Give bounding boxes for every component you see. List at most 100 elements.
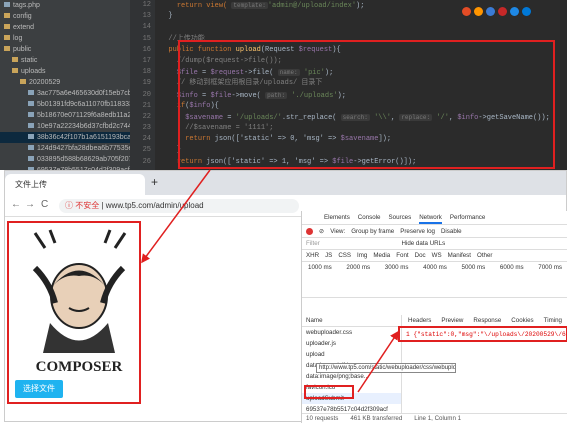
timeline-tick[interactable]: 4000 ms (423, 264, 447, 295)
page-highlight-box (7, 221, 141, 404)
devtools-tabs: Elements Console Sources Network Performance (302, 211, 567, 225)
tree-item-label: 033895d588b68629ab705f207d94 (37, 156, 130, 163)
tree-item-label: 124d9427bfa28dbea6b77535ea (37, 145, 130, 152)
line-number: 25 (142, 146, 151, 155)
filter-input[interactable]: Filter Hide data URLs (302, 238, 567, 250)
tree-item[interactable]: log (0, 33, 130, 44)
tree-item[interactable]: 3ac775a6e465630d0f15eb7cbfc5c (0, 88, 130, 99)
name-header: Name (302, 315, 401, 327)
file-icon (28, 112, 34, 117)
clear-icon[interactable]: ⊘ (319, 228, 324, 235)
edge-icon[interactable] (522, 7, 531, 16)
devtools-tab[interactable]: Performance (450, 211, 485, 224)
firefox-icon[interactable] (474, 7, 483, 16)
folder-icon (4, 35, 10, 40)
tree-item-label: 10e97a22234b6d37cfbd2c74447 (37, 123, 130, 130)
type-filter[interactable]: XHR (306, 250, 319, 261)
timeline: 1000 ms 2000 ms 3000 ms 4000 ms 5000 ms 6000 … (302, 262, 567, 298)
tree-item[interactable]: 124d9427bfa28dbea6b77535ea (0, 143, 130, 154)
folder-icon (12, 57, 18, 62)
tree-item-label: extend (13, 24, 35, 31)
request-row[interactable]: uploader.js (302, 338, 401, 349)
devtools-tab[interactable]: Console (358, 211, 381, 224)
disable-cache-checkbox[interactable]: Disable (441, 228, 462, 235)
tree-item[interactable]: config (0, 11, 130, 22)
tree-item[interactable]: 5b18670e071129f6a8edb11a2f19 (0, 110, 130, 121)
timeline-tick[interactable]: 3000 ms (385, 264, 409, 295)
timeline-tick[interactable]: 2000 ms (346, 264, 370, 295)
chrome-icon[interactable] (462, 7, 471, 16)
timeline-tick[interactable]: 1000 ms (308, 264, 332, 295)
url-text: www.tp5.com/admin/upload (105, 201, 204, 210)
detail-tab[interactable]: Preview (441, 315, 463, 326)
tree-item[interactable]: extend (0, 22, 130, 33)
filter-placeholder: Filter (306, 240, 320, 247)
view-label: View: (330, 227, 346, 235)
timeline-tick[interactable]: 6000 ms (500, 264, 524, 295)
detail-tab[interactable]: Response (473, 315, 501, 326)
tree-item-label: 20200529 (29, 79, 61, 86)
tree-item[interactable]: 033895d588b68629ab705f207d94 (0, 154, 130, 165)
group-by-frame-checkbox[interactable]: Group by frame (351, 228, 394, 235)
record-icon[interactable] (306, 227, 313, 235)
forward-arrow-icon[interactable]: → (25, 199, 35, 210)
tree-item[interactable]: uploads (0, 66, 130, 77)
line-number: 12 (142, 1, 151, 9)
tree-item-label: log (13, 35, 23, 42)
folder-icon (4, 24, 10, 29)
tree-item[interactable]: 20200529 (0, 77, 130, 88)
browser-tab[interactable]: 文件上传 (5, 174, 145, 195)
line-number: 22 (142, 112, 151, 121)
devtools-tab[interactable]: Sources (389, 211, 412, 224)
tab-strip: 文件上传 + (5, 171, 566, 195)
ie-icon[interactable] (510, 7, 519, 16)
page-content: COMPOSER 选择文件 (5, 218, 301, 423)
opera-icon[interactable] (498, 7, 507, 16)
line-number: 18 (142, 68, 151, 77)
type-filter[interactable]: Doc (415, 250, 426, 261)
type-filter[interactable]: Media (373, 250, 390, 261)
line-number: 26 (142, 157, 151, 166)
safari-icon[interactable] (486, 7, 495, 16)
tree-item[interactable]: static (0, 55, 130, 66)
devtools-tab[interactable]: Network (419, 211, 442, 224)
line-number: 24 (142, 135, 151, 144)
reload-icon[interactable]: C (41, 199, 48, 210)
tree-item[interactable]: tags.php (0, 0, 130, 11)
request-row[interactable]: webuploader.css (302, 327, 401, 338)
line-number: 16 (142, 45, 151, 54)
response-highlight-box (398, 326, 567, 342)
folder-icon (4, 46, 10, 51)
preserve-log-checkbox[interactable]: Preserve log (400, 228, 435, 235)
request-row[interactable]: upload (302, 349, 401, 360)
code-highlight-box (178, 40, 555, 169)
file-icon (28, 90, 34, 95)
type-filter[interactable]: Manifest (448, 250, 471, 261)
devtools-tab[interactable]: Elements (324, 211, 350, 224)
detail-tab[interactable]: Cookies (511, 315, 533, 326)
detail-tab[interactable]: Headers (408, 315, 431, 326)
type-filter[interactable]: Img (357, 250, 367, 261)
timeline-tick[interactable]: 7000 ms (538, 264, 562, 295)
type-filter[interactable]: Font (396, 250, 408, 261)
tree-item[interactable]: 5b01391fd9c6a11070fb11833308a (0, 99, 130, 110)
back-arrow-icon[interactable]: ← (11, 199, 21, 210)
line-number: 21 (142, 101, 151, 110)
tree-item-label: config (13, 13, 32, 20)
line-gutter: 12 13 14 15 16 17 18 19 20 21 22 23 24 25 26 (130, 0, 155, 170)
type-filter[interactable]: CSS (338, 250, 351, 261)
type-filter[interactable]: WS (432, 250, 442, 261)
url-field[interactable]: ⓘ 不安全 | www.tp5.com/admin/upload (59, 199, 299, 213)
type-filter[interactable]: Other (477, 250, 492, 261)
timeline-tick[interactable]: 5000 ms (462, 264, 486, 295)
folder-icon (20, 79, 26, 84)
new-tab-icon[interactable]: + (151, 175, 158, 189)
tree-item[interactable]: 38b36c42f107b1a6151193bcab4 (0, 132, 130, 143)
tree-item[interactable]: public (0, 44, 130, 55)
ide-window: tags.php config extend log public static uploa… (0, 0, 567, 170)
hide-data-urls-checkbox[interactable]: Hide data URLs (401, 240, 445, 247)
file-icon (28, 101, 34, 106)
detail-tab[interactable]: Timing (544, 315, 562, 326)
tree-item[interactable]: 10e97a22234b6d37cfbd2c74447 (0, 121, 130, 132)
type-filter[interactable]: JS (325, 250, 332, 261)
